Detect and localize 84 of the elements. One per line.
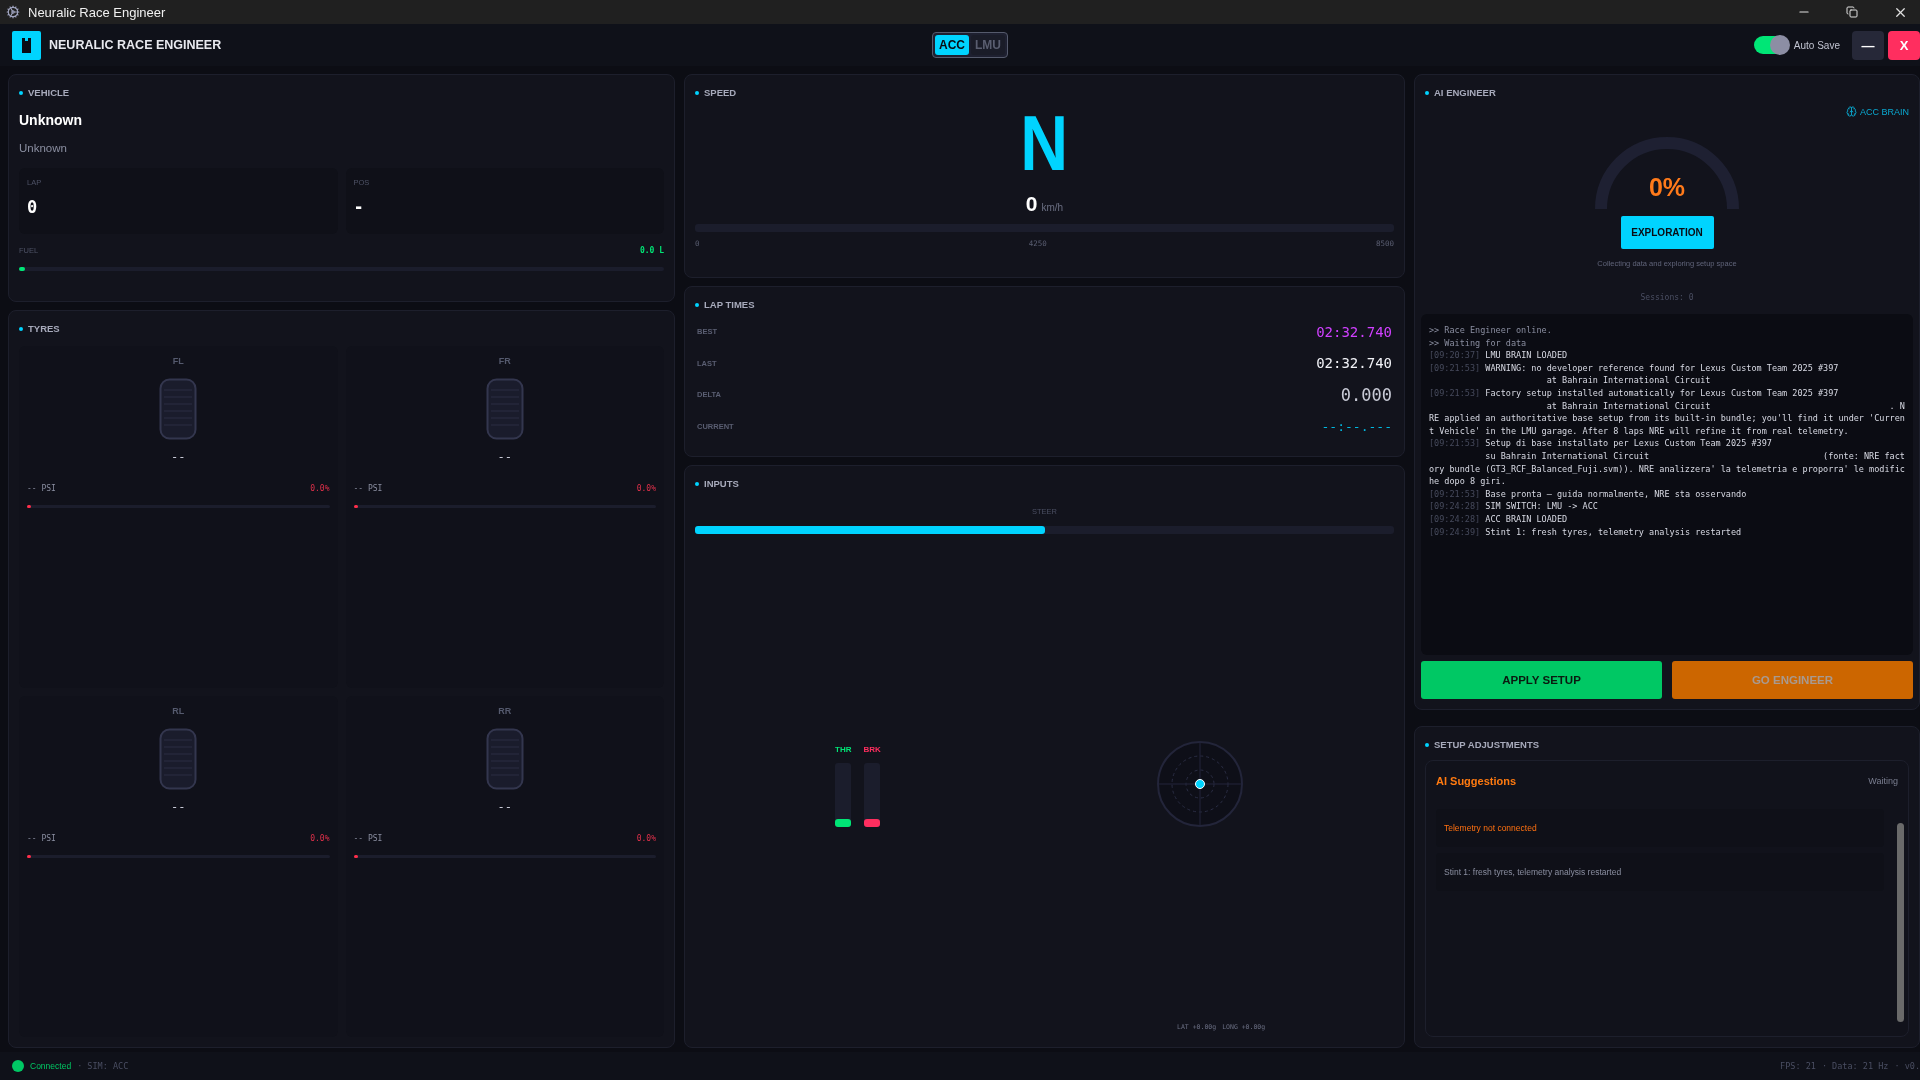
sessions-count: Sessions: 0: [1640, 293, 1694, 302]
auto-save-label: Auto Save: [1793, 39, 1840, 51]
log-line: [09:20:37] LMU BRAIN LOADED: [1429, 349, 1569, 362]
vehicle-name: Unknown: [19, 112, 83, 128]
tyre-wear: 0.0%: [636, 833, 656, 843]
log-line: [09:24:28] ACC BRAIN LOADED: [1429, 512, 1569, 526]
suggestion-item: Telemetry not connected: [1436, 809, 1884, 847]
app-title: NEURALIC RACE ENGINEER: [49, 38, 222, 52]
speed-value: 0: [1025, 192, 1038, 216]
tyre-temperature: --: [171, 799, 186, 814]
tyre-temperature: --: [497, 450, 512, 464]
brain-label: ACC BRAIN: [1860, 106, 1909, 117]
tyre-icon: [159, 378, 198, 440]
panel-heading: SETUP ADJUSTMENTS: [1434, 739, 1540, 750]
tyre-temperature: --: [171, 450, 186, 464]
panel-heading: AI ENGINEER: [1434, 87, 1496, 98]
apply-setup-button[interactable]: APPLY SETUP: [1421, 661, 1662, 699]
stat-value: 0: [27, 197, 39, 217]
lap-time: --:--.---: [1321, 418, 1392, 434]
tyre-pressure: -- PSI: [27, 833, 56, 843]
close-button[interactable]: X: [1888, 30, 1920, 60]
log-line: [09:21:53] Setup di base installato per Lexus Custom Team 2025 #397 su Bahrain International Circuit (fonte: NRE factory bundle (GT3_RCF_Balanced_Fuji.svm)). NRE analizzera' la telemetria e proporra' le modifiche dopo 8 giri.: [1429, 437, 1905, 488]
heading-dot: [1425, 90, 1429, 95]
restore-icon: [1846, 6, 1858, 18]
tyre-position: RR: [498, 705, 512, 716]
auto-save-toggle[interactable]: [1753, 36, 1788, 54]
tyre-icon: [485, 727, 524, 790]
fps-counter: FPS: 21: [1780, 1061, 1816, 1071]
data-rate: · Data: 21 Hz: [1821, 1061, 1889, 1071]
confidence-reading: 0%: [1648, 173, 1686, 202]
log-line: [09:21:53] Factory setup installed automatically for Lexus Custom Team 2025 #397 at Bahrain International Circuit . NRE applied an authoritative base setup from its built-in bundle; you'll find it under 'Current Vehicle' in the LMU garage. After 8 laps NRE will refine it from real telemetry.: [1429, 386, 1905, 438]
log-line: [09:21:53] Base pronta — guida normalmente, NRE sta osservando: [1429, 487, 1748, 501]
connection-status: Connected: [30, 1061, 72, 1071]
log-line: >> Waiting for data: [1429, 336, 1528, 350]
panel-heading: SPEED: [704, 87, 737, 98]
pedal-label: THR: [835, 744, 852, 754]
speed-unit: km/h: [1041, 202, 1064, 213]
panel-heading: INPUTS: [704, 478, 739, 489]
logo-icon: [12, 30, 41, 60]
tyre-icon: [485, 378, 524, 440]
tyre-temperature: --: [497, 799, 512, 814]
heading-dot: [19, 326, 23, 331]
log-line: [09:21:53] WARNING: no developer reference found for Lexus Custom Team 2025 #397 at Bahrain International Circuit: [1429, 361, 1840, 387]
sim-tab[interactable]: ACC: [935, 35, 969, 55]
lap-time: 02:32.740: [1316, 323, 1392, 340]
tyre-icon: [159, 727, 198, 790]
panel-heading: LAP TIMES: [704, 299, 755, 310]
window-title: Neuralic Race Engineer: [28, 4, 167, 20]
scrollbar[interactable]: [1897, 823, 1904, 1022]
log-line: [09:24:39] Stint 1: fresh tyres, telemetry analysis restarted: [1429, 525, 1743, 539]
tyre-pressure: -- PSI: [27, 484, 56, 493]
version-label: · v0.: [1894, 1061, 1920, 1071]
heading-dot: [1425, 742, 1429, 747]
brain-icon: [1846, 106, 1857, 117]
heading-dot: [695, 481, 699, 486]
heading-dot: [695, 90, 699, 95]
panel-heading: VEHICLE: [28, 87, 70, 98]
panel-heading: TYRES: [28, 323, 60, 334]
phase-badge: EXPLORATION: [1620, 216, 1714, 249]
suggestions-title: AI Suggestions: [1436, 775, 1517, 787]
heading-dot: [695, 302, 699, 307]
tyre-wear: 0.0%: [310, 484, 330, 493]
vehicle-class: Unknown: [19, 142, 68, 154]
log-line: [09:24:28] SIM SWITCH: LMU -> ACC: [1429, 500, 1599, 513]
tyre-position: FL: [172, 356, 184, 366]
tyre-wear: 0.0%: [636, 484, 656, 493]
lap-time: 0.000: [1340, 384, 1392, 405]
tyre-wear: 0.0%: [310, 833, 330, 843]
minimize-button[interactable]: —: [1852, 30, 1884, 60]
gear-indicator: N: [1020, 104, 1069, 182]
lap-time: 02:32.740: [1316, 355, 1392, 372]
log-line: >> Race Engineer online.: [1429, 324, 1553, 337]
tyre-pressure: -- PSI: [353, 833, 383, 843]
sim-status: · SIM: ACC: [77, 1061, 129, 1071]
heading-dot: [19, 90, 23, 95]
tyre-position: RL: [172, 705, 185, 716]
suggestion-item: Stint 1: fresh tyres, telemetry analysis restarted: [1436, 853, 1884, 891]
tyre-pressure: -- PSI: [353, 484, 383, 493]
fuel-reading: 0.0 L: [639, 246, 664, 255]
tyre-position: FR: [498, 356, 511, 366]
pedal-label: BRK: [863, 744, 881, 754]
app-icon: [6, 5, 20, 19]
suggestions-status: Waiting: [1868, 776, 1898, 786]
stat-value: -: [353, 197, 365, 217]
